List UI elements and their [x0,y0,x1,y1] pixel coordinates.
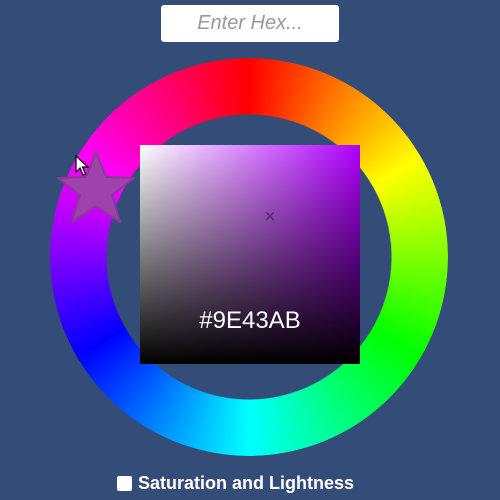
saturation-lightness-label: Saturation and Lightness [138,472,355,493]
mouse-cursor-icon [75,155,90,176]
saturation-lightness-checkbox[interactable] [117,475,132,491]
sv-marker-icon[interactable]: × [262,207,278,227]
saturation-lightness-toggle[interactable]: Saturation and Lightness [117,472,354,494]
hex-input[interactable] [161,5,339,42]
selected-hex-value: #9E43AB [199,307,301,334]
star-icon[interactable] [56,150,136,226]
